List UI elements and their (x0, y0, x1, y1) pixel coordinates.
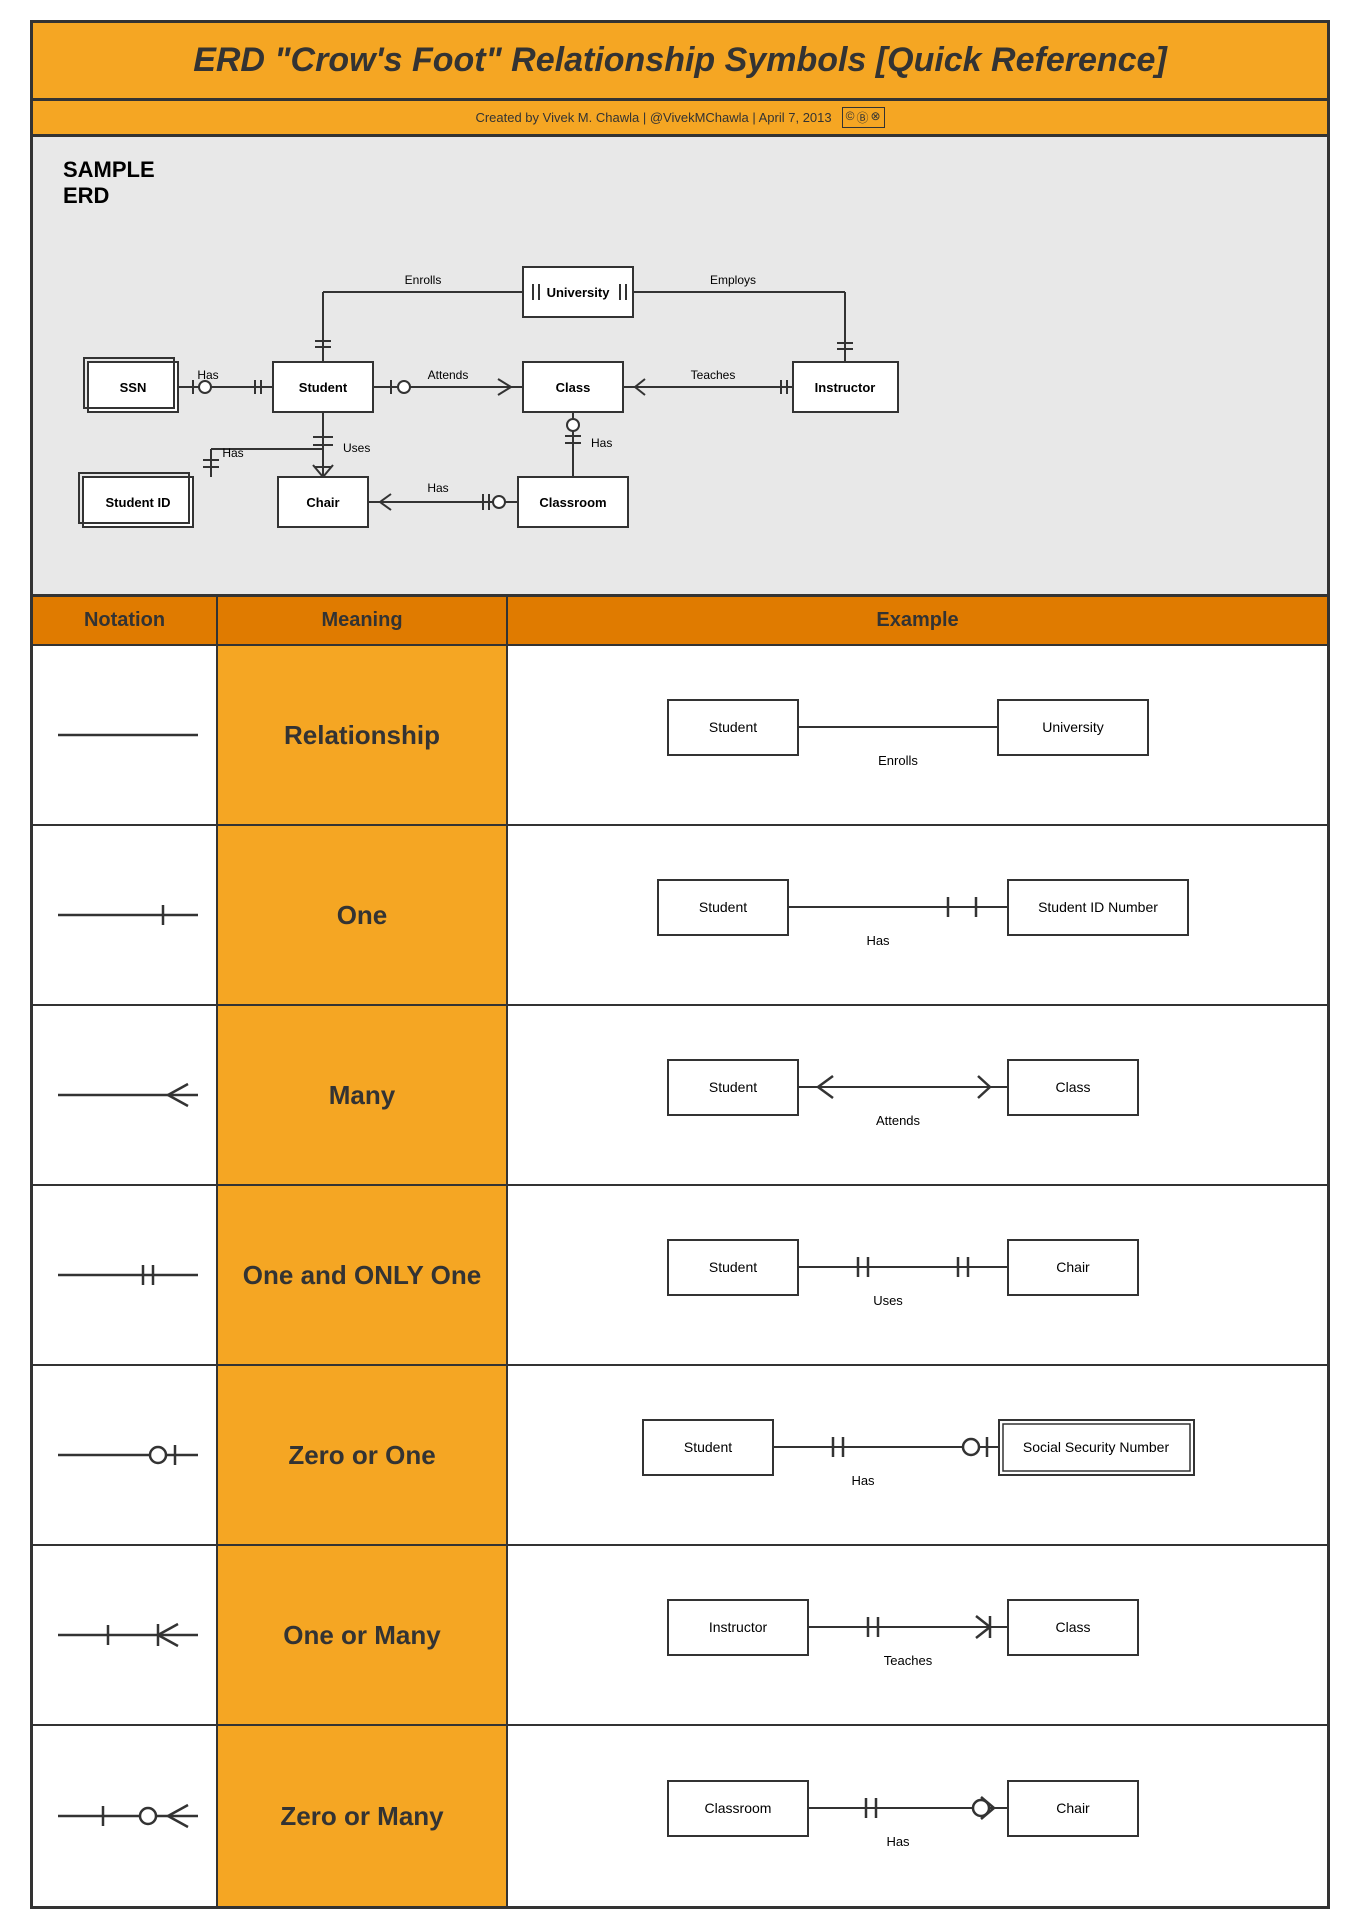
header-example: Example (508, 597, 1327, 644)
svg-text:Instructor: Instructor (815, 380, 876, 395)
example-svg-zero-or-one: Student Social Security Number Has (593, 1390, 1243, 1520)
svg-text:Enrolls: Enrolls (405, 273, 442, 287)
main-title: ERD "Crow's Foot" Relationship Symbols [… (53, 41, 1307, 80)
notation-one (33, 826, 218, 1004)
svg-text:Student: Student (299, 380, 348, 395)
svg-text:Student: Student (708, 1079, 756, 1095)
row-zero-or-many: Zero or Many Classroom Chair (33, 1726, 1327, 1906)
svg-text:Teaches: Teaches (691, 368, 736, 382)
example-svg-zero-or-many: Classroom Chair Has (618, 1751, 1218, 1881)
meaning-one-or-many: One or Many (218, 1546, 508, 1724)
row-one-or-many: One or Many Instructor Class (33, 1546, 1327, 1726)
notation-svg-one-or-many (48, 1610, 201, 1660)
notation-svg-zero-or-one (48, 1430, 201, 1480)
svg-text:Has: Has (222, 446, 243, 460)
example-svg-many: Student Class Attends (618, 1030, 1218, 1160)
row-relationship: Relationship Student University Enrolls (33, 646, 1327, 826)
example-many: Student Class Attends (508, 1006, 1327, 1184)
svg-text:Student ID Number: Student ID Number (1038, 899, 1158, 915)
example-zero-or-one: Student Social Security Number Has (508, 1366, 1327, 1544)
notation-zero-or-many (33, 1726, 218, 1906)
cc-icon: © (846, 109, 855, 126)
svg-text:Attends: Attends (875, 1113, 920, 1128)
svg-text:Student: Student (708, 719, 756, 735)
erd-section: SAMPLEERD SSN Student ID Student Chair U… (33, 137, 1327, 597)
notation-svg-one-only (48, 1250, 201, 1300)
svg-text:Has: Has (866, 933, 890, 948)
svg-text:Class: Class (556, 380, 591, 395)
row-many: Many Student Class Attends (33, 1006, 1327, 1186)
svg-text:Instructor: Instructor (708, 1619, 767, 1635)
meaning-zero-or-one: Zero or One (218, 1366, 508, 1544)
svg-text:SSN: SSN (120, 380, 147, 395)
notation-one-or-many (33, 1546, 218, 1724)
svg-text:Has: Has (427, 481, 448, 495)
svg-text:Student: Student (698, 899, 746, 915)
notation-many (33, 1006, 218, 1184)
svg-text:Class: Class (1055, 1619, 1090, 1635)
example-zero-or-many: Classroom Chair Has (508, 1726, 1327, 1906)
main-header: ERD "Crow's Foot" Relationship Symbols [… (33, 23, 1327, 101)
example-one-or-many: Instructor Class Teaches (508, 1546, 1327, 1724)
example-svg-one-only: Student Chair Uses (618, 1210, 1218, 1340)
example-svg-one: Student Student ID Number Has (608, 850, 1228, 980)
header-notation: Notation (33, 597, 218, 644)
svg-text:Uses: Uses (343, 441, 370, 455)
meaning-zero-or-many: Zero or Many (218, 1726, 508, 1906)
svg-text:Chair: Chair (1056, 1259, 1090, 1275)
svg-text:Chair: Chair (306, 495, 339, 510)
svg-text:Uses: Uses (873, 1293, 903, 1308)
example-one: Student Student ID Number Has (508, 826, 1327, 1004)
row-zero-or-one: Zero or One Student Social Security Numb… (33, 1366, 1327, 1546)
row-one-and-only-one: One and ONLY One Student Chair Uses (33, 1186, 1327, 1366)
notation-svg-zero-or-many (48, 1791, 201, 1841)
nc-icon: ⊗ (870, 109, 880, 126)
meaning-relationship: Relationship (218, 646, 508, 824)
main-container: ERD "Crow's Foot" Relationship Symbols [… (30, 20, 1330, 1909)
svg-text:Employs: Employs (710, 273, 756, 287)
by-icon: Ⓑ (856, 109, 868, 126)
meaning-many: Many (218, 1006, 508, 1184)
svg-text:Classroom: Classroom (539, 495, 606, 510)
meaning-one: One (218, 826, 508, 1004)
svg-text:Has: Has (197, 368, 218, 382)
header-meaning: Meaning (218, 597, 508, 644)
notation-svg-many (48, 1070, 201, 1120)
svg-text:Student: Student (708, 1259, 756, 1275)
notation-one-only (33, 1186, 218, 1364)
notation-table: Notation Meaning Example Relationship St… (33, 597, 1327, 1906)
svg-text:Student: Student (683, 1439, 731, 1455)
notation-svg-relationship (48, 710, 201, 760)
example-svg-relationship: Student University Enrolls (618, 670, 1218, 800)
notation-zero-or-one (33, 1366, 218, 1544)
svg-text:Social Security Number: Social Security Number (1022, 1439, 1169, 1455)
svg-text:Class: Class (1055, 1079, 1090, 1095)
example-svg-one-or-many: Instructor Class Teaches (618, 1570, 1218, 1700)
cc-icons: © Ⓑ ⊗ (842, 107, 885, 128)
meaning-one-only: One and ONLY One (218, 1186, 508, 1364)
subtitle-text: Created by Vivek M. Chawla | @VivekMChaw… (475, 110, 831, 125)
svg-text:Classroom: Classroom (704, 1800, 771, 1816)
notation-relationship (33, 646, 218, 824)
table-header: Notation Meaning Example (33, 597, 1327, 646)
notation-svg-one (48, 890, 201, 940)
row-one: One Student Student ID Number Has (33, 826, 1327, 1006)
svg-text:Has: Has (886, 1834, 910, 1849)
example-one-only: Student Chair Uses (508, 1186, 1327, 1364)
svg-text:Has: Has (591, 436, 612, 450)
example-relationship: Student University Enrolls (508, 646, 1327, 824)
svg-text:University: University (1042, 719, 1103, 735)
svg-text:Teaches: Teaches (883, 1653, 932, 1668)
svg-text:Has: Has (851, 1473, 875, 1488)
svg-text:Attends: Attends (428, 368, 469, 382)
svg-text:Student ID: Student ID (106, 495, 171, 510)
svg-text:Chair: Chair (1056, 1800, 1090, 1816)
sub-header: Created by Vivek M. Chawla | @VivekMChaw… (33, 101, 1327, 137)
erd-canvas: SSN Student ID Student Chair University … (33, 147, 1273, 577)
svg-text:University: University (547, 285, 611, 300)
svg-text:Enrolls: Enrolls (878, 753, 918, 768)
